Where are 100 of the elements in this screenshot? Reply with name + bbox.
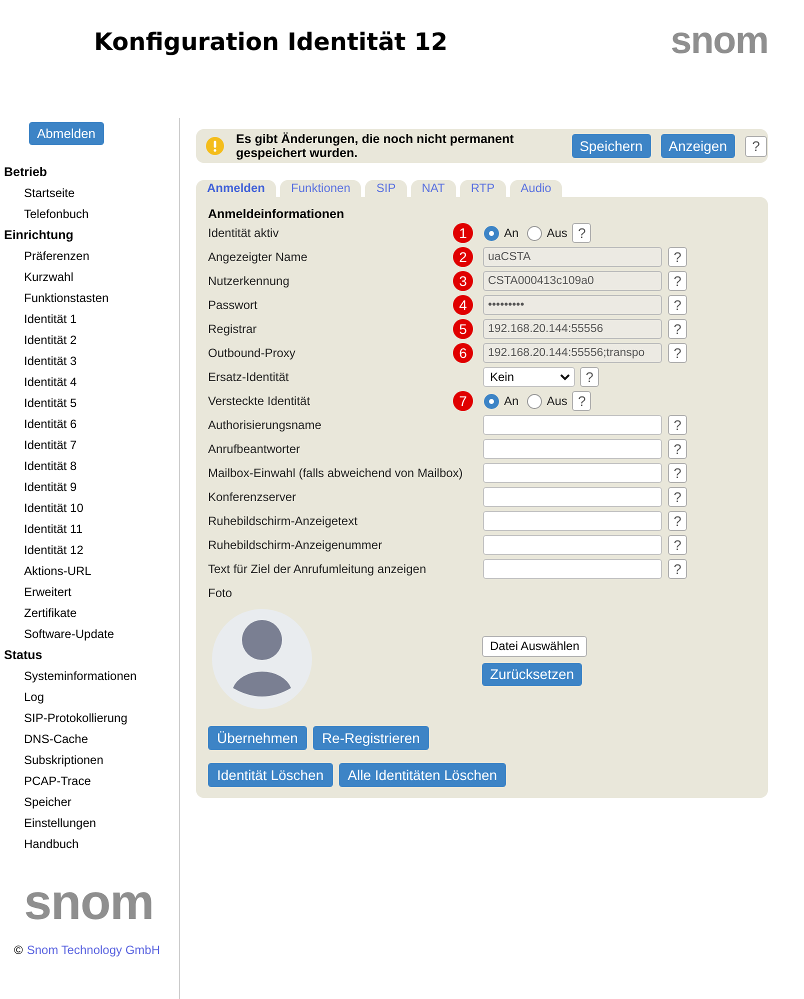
sidebar-link[interactable]: Kurzwahl — [24, 270, 74, 285]
sidebar-link[interactable]: Präferenzen — [24, 249, 90, 264]
field-label: Identität aktiv — [208, 226, 279, 240]
input-field[interactable] — [483, 511, 662, 531]
help-button[interactable]: ? — [668, 463, 687, 483]
logout-button[interactable]: Abmelden — [29, 122, 104, 145]
section-heading: Betrieb — [4, 165, 48, 180]
action-button[interactable]: Re-Registrieren — [312, 726, 429, 750]
radio-label: Aus — [546, 394, 568, 408]
copyright-symbol: © — [14, 943, 23, 958]
field-label: Konferenzserver — [208, 490, 296, 504]
input-field[interactable] — [483, 463, 662, 483]
field-label: Ersatz-Identität — [208, 370, 289, 384]
tab[interactable]: Anmelden — [196, 180, 276, 197]
sidebar-link[interactable]: Handbuch — [24, 837, 79, 852]
help-button[interactable]: ? — [572, 223, 592, 243]
action-button[interactable]: Anzeigen — [660, 134, 735, 158]
number-badge: 5 — [453, 319, 473, 339]
field-label: Passwort — [208, 298, 258, 312]
number-badge: 7 — [453, 391, 473, 411]
sidebar-link[interactable]: Identität 4 — [24, 375, 77, 390]
sidebar-link[interactable]: Identität 10 — [24, 501, 84, 516]
field-label: Ruhebildschirm-Anzeigetext — [208, 514, 358, 528]
action-button[interactable]: Speichern — [572, 134, 651, 158]
radio-label: Aus — [546, 226, 568, 240]
chevron-down-icon — [560, 374, 570, 380]
sidebar-link[interactable]: Subskriptionen — [24, 753, 104, 768]
radio-label: An — [504, 394, 519, 408]
sidebar-link[interactable]: Identität 9 — [24, 480, 77, 495]
dropdown[interactable]: Kein — [483, 367, 575, 387]
company-link[interactable]: Snom Technology GmbH — [26, 943, 160, 958]
snom-logo: snom — [670, 27, 768, 55]
section-heading: Einrichtung — [4, 228, 74, 243]
sidebar-link[interactable]: Zertifikate — [24, 606, 77, 621]
sidebar-link[interactable]: Identität 2 — [24, 333, 77, 348]
help-button[interactable]: ? — [668, 535, 687, 555]
help-button[interactable]: ? — [745, 136, 767, 156]
field-label: Ruhebildschirm-Anzeigenummer — [208, 538, 382, 552]
sidebar-link[interactable]: Telefonbuch — [24, 207, 89, 222]
sidebar-link[interactable]: Funktionstasten — [24, 291, 109, 306]
sidebar-link[interactable]: Einstellungen — [24, 816, 96, 831]
sidebar-link[interactable]: Identität 7 — [24, 438, 77, 453]
section-heading: Anmeldeinformationen — [208, 207, 346, 221]
field-label: Versteckte Identität — [208, 394, 310, 408]
warning-icon — [206, 137, 224, 155]
sidebar-link[interactable]: Log — [24, 690, 44, 705]
input-field[interactable] — [483, 439, 662, 459]
number-badge: 2 — [453, 247, 473, 267]
sidebar-link[interactable]: Identität 8 — [24, 459, 77, 474]
sidebar-link[interactable]: Speicher — [24, 795, 72, 810]
sidebar-link[interactable]: Erweitert — [24, 585, 72, 600]
sidebar-link[interactable]: Identität 3 — [24, 354, 77, 369]
action-button[interactable]: Alle Identitäten Löschen — [338, 763, 506, 787]
sidebar-link[interactable]: Software-Update — [24, 627, 114, 642]
input-field[interactable] — [483, 535, 662, 555]
sidebar-link[interactable]: Identität 6 — [24, 417, 77, 432]
section-heading: Status — [4, 648, 42, 663]
help-button[interactable]: ? — [580, 367, 599, 387]
field-label: Angezeigter Name — [208, 250, 308, 264]
sidebar-link[interactable]: Aktions-URL — [24, 564, 92, 579]
help-button[interactable]: ? — [668, 415, 687, 435]
help-button[interactable]: ? — [668, 511, 687, 531]
sidebar-link[interactable]: Identität 5 — [24, 396, 77, 411]
number-badge: 6 — [453, 343, 473, 363]
sidebar-link[interactable]: SIP-Protokollierung — [24, 711, 128, 726]
sidebar-link[interactable]: Identität 11 — [24, 522, 82, 537]
radio-label: An — [504, 226, 519, 240]
snom-logo: snom — [24, 887, 154, 917]
radio-button[interactable] — [484, 226, 499, 240]
help-button[interactable]: ? — [668, 559, 687, 579]
input-field[interactable] — [483, 415, 662, 435]
action-button[interactable]: Übernehmen — [208, 726, 307, 750]
radio-button[interactable] — [526, 394, 542, 408]
sidebar-link[interactable]: DNS-Cache — [24, 732, 88, 747]
input-field[interactable] — [483, 487, 662, 507]
radio-button[interactable] — [526, 226, 542, 240]
help-button[interactable]: ? — [572, 391, 592, 411]
field-label: Anrufbeantworter — [208, 442, 300, 456]
number-badge: 3 — [453, 271, 473, 291]
help-button[interactable]: ? — [668, 439, 687, 459]
help-button[interactable]: ? — [668, 487, 687, 507]
action-button[interactable]: Identität Löschen — [208, 763, 333, 787]
file-choose-button[interactable]: Datei Auswählen — [482, 636, 588, 657]
radio-button[interactable] — [484, 394, 499, 408]
sidebar-link[interactable]: Identität 1 — [24, 312, 77, 327]
sidebar-link[interactable]: PCAP-Trace — [24, 774, 91, 789]
page-title: Konfiguration Identität 12 — [94, 27, 448, 58]
field-label: Nutzerkennung — [208, 274, 290, 288]
sidebar-link[interactable]: Identität 12 — [24, 543, 84, 558]
field-label: Outbound-Proxy — [208, 346, 296, 360]
sidebar-link[interactable]: Systeminformationen — [24, 669, 137, 684]
number-badge: 4 — [453, 295, 473, 315]
reset-button[interactable]: Zurücksetzen — [482, 663, 582, 686]
avatar-icon — [212, 609, 312, 709]
field-label: Authorisierungsname — [208, 418, 322, 432]
number-badge: 1 — [453, 223, 473, 243]
field-label: Registrar — [208, 322, 257, 336]
input-field[interactable] — [483, 559, 662, 579]
field-label: Text für Ziel der Anrufumleitung anzeigen — [208, 562, 426, 576]
sidebar-link[interactable]: Startseite — [24, 186, 75, 201]
